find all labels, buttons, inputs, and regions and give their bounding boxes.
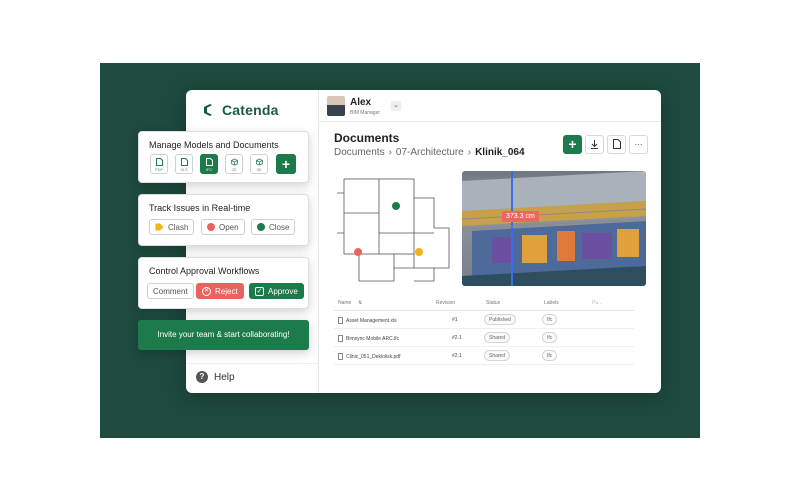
close-chip[interactable]: Close — [251, 219, 296, 235]
file-name: Bimsync Mobile ARC.ifc — [338, 335, 399, 342]
issue-marker-reject[interactable] — [354, 248, 362, 256]
status-badge: Published — [484, 314, 516, 325]
add-document-button[interactable]: + — [563, 135, 582, 154]
top-bar: Alex BIM Manager ⌄ — [319, 90, 661, 122]
model-3d-viewer[interactable]: 373.3 cm — [462, 171, 646, 286]
table-row[interactable]: Clinic_051_Deklolisk.pdf #2.1 Shared Ifc — [334, 347, 634, 365]
table-row[interactable]: Asset Management.xls #1 Published Ifc — [334, 311, 634, 329]
page-title: Documents — [334, 131, 400, 145]
cube-icon — [230, 158, 238, 166]
format-xls[interactable]: XLS — [175, 154, 193, 174]
breadcrumb-architecture[interactable]: 07-Architecture — [396, 147, 464, 158]
label-tag: Ifc — [542, 350, 558, 361]
track-issues-card: Track Issues in Real-time Clash Open Clo… — [138, 194, 309, 246]
logo[interactable]: Catenda — [200, 102, 279, 118]
table-row[interactable]: Bimsync Mobile ARC.ifc #2.1 Shared Ifc — [334, 329, 634, 347]
open-chip[interactable]: Open — [201, 219, 245, 235]
approval-workflows-card: Control Approval Workflows Comment ✕ Rej… — [138, 257, 309, 309]
model-render — [462, 171, 646, 286]
catenda-logo-icon — [204, 104, 212, 116]
card-title: Track Issues in Real-time — [149, 203, 251, 213]
invite-team-button[interactable]: Invite your team & start collaborating! — [138, 320, 309, 350]
status-badge: Shared — [484, 350, 511, 361]
format-label: XLS — [180, 167, 188, 172]
sort-icon[interactable]: ⇅ — [358, 300, 362, 306]
file-name-text: Bimsync Mobile ARC.ifc — [346, 335, 400, 342]
add-format-button[interactable]: + — [276, 154, 296, 174]
format-label: PDF — [155, 167, 163, 172]
column-header-status[interactable]: Status — [486, 300, 500, 306]
format-3d[interactable]: 3D — [250, 154, 268, 174]
file-icon — [338, 353, 343, 360]
chip-label: Close — [269, 222, 290, 232]
floor-plan-viewer[interactable] — [334, 173, 459, 291]
table-header: Name ⇅ Revision Status Labels Pu... — [334, 293, 634, 311]
help-label: Help — [214, 371, 235, 383]
issue-marker-open[interactable] — [392, 202, 400, 210]
breadcrumb-documents[interactable]: Documents — [334, 147, 385, 158]
chip-label: Clash — [168, 222, 189, 232]
file-name: Asset Management.xls — [338, 317, 397, 324]
file-name-text: Clinic_051_Deklolisk.pdf — [346, 353, 401, 360]
clash-chip[interactable]: Clash — [149, 219, 195, 235]
revision: #1 — [452, 317, 458, 323]
download-icon — [591, 140, 598, 149]
breadcrumb: Documents › 07-Architecture › Klinik_064 — [334, 147, 525, 158]
card-title: Control Approval Workflows — [149, 266, 260, 276]
approve-label: Approve — [268, 286, 298, 296]
export-file-button[interactable] — [607, 135, 626, 154]
cube-icon — [255, 158, 263, 166]
label-tag: Ifc — [542, 332, 558, 343]
breadcrumb-current: Klinik_064 — [475, 147, 525, 158]
document-icon — [155, 158, 163, 166]
file-name-text: Asset Management.xls — [346, 317, 397, 324]
column-header-name[interactable]: Name — [338, 300, 351, 306]
column-header-labels[interactable]: Labels — [544, 300, 559, 306]
format-label: 3D — [256, 167, 262, 172]
status-badge: Shared — [484, 332, 511, 343]
document-icon — [180, 158, 188, 166]
reject-button[interactable]: ✕ Reject — [196, 283, 244, 299]
app-name: Catenda — [222, 102, 279, 118]
file-icon — [612, 139, 621, 149]
close-status-dot-icon — [257, 223, 265, 231]
avatar[interactable] — [327, 96, 345, 116]
revision: #2.1 — [452, 353, 462, 359]
format-pdf[interactable]: PDF — [150, 154, 168, 174]
close-circle-icon: ✕ — [202, 286, 211, 296]
card-title: Manage Models and Documents — [149, 140, 279, 150]
reject-label: Reject — [215, 286, 238, 296]
format-label: 2D — [231, 167, 237, 172]
approve-button[interactable]: ✓ Approve — [249, 283, 304, 299]
column-header-extra[interactable]: Pu... — [592, 300, 602, 306]
manage-models-card: Manage Models and Documents PDF XLS IFC … — [138, 131, 309, 183]
chip-label: Open — [219, 222, 239, 232]
download-button[interactable] — [585, 135, 604, 154]
check-icon: ✓ — [255, 286, 264, 296]
help-icon: ? — [196, 371, 208, 383]
tag-icon — [155, 223, 164, 231]
file-icon — [338, 335, 343, 342]
file-icon — [338, 317, 343, 324]
format-ifc[interactable]: IFC — [200, 154, 218, 174]
column-header-revision[interactable]: Revision — [436, 300, 455, 306]
open-status-dot-icon — [207, 223, 215, 231]
more-options-button[interactable]: ··· — [629, 135, 648, 154]
sidebar-divider — [186, 363, 319, 364]
chevron-right-icon: › — [388, 147, 392, 158]
chevron-right-icon: › — [467, 147, 472, 158]
chevron-down-icon[interactable]: ⌄ — [391, 101, 401, 111]
revision: #2.1 — [452, 335, 462, 341]
help-link[interactable]: ? Help — [196, 371, 235, 383]
user-role: BIM Manager — [350, 110, 381, 116]
measurement-label: 373.3 cm — [502, 211, 539, 222]
comment-button[interactable]: Comment — [147, 283, 194, 299]
file-name: Clinic_051_Deklolisk.pdf — [338, 353, 400, 360]
issue-marker-clash[interactable] — [415, 248, 423, 256]
document-icon — [205, 158, 213, 166]
format-label: IFC — [205, 167, 213, 172]
user-name: Alex — [350, 97, 372, 108]
format-2d[interactable]: 2D — [225, 154, 243, 174]
label-tag: Ifc — [542, 314, 558, 325]
